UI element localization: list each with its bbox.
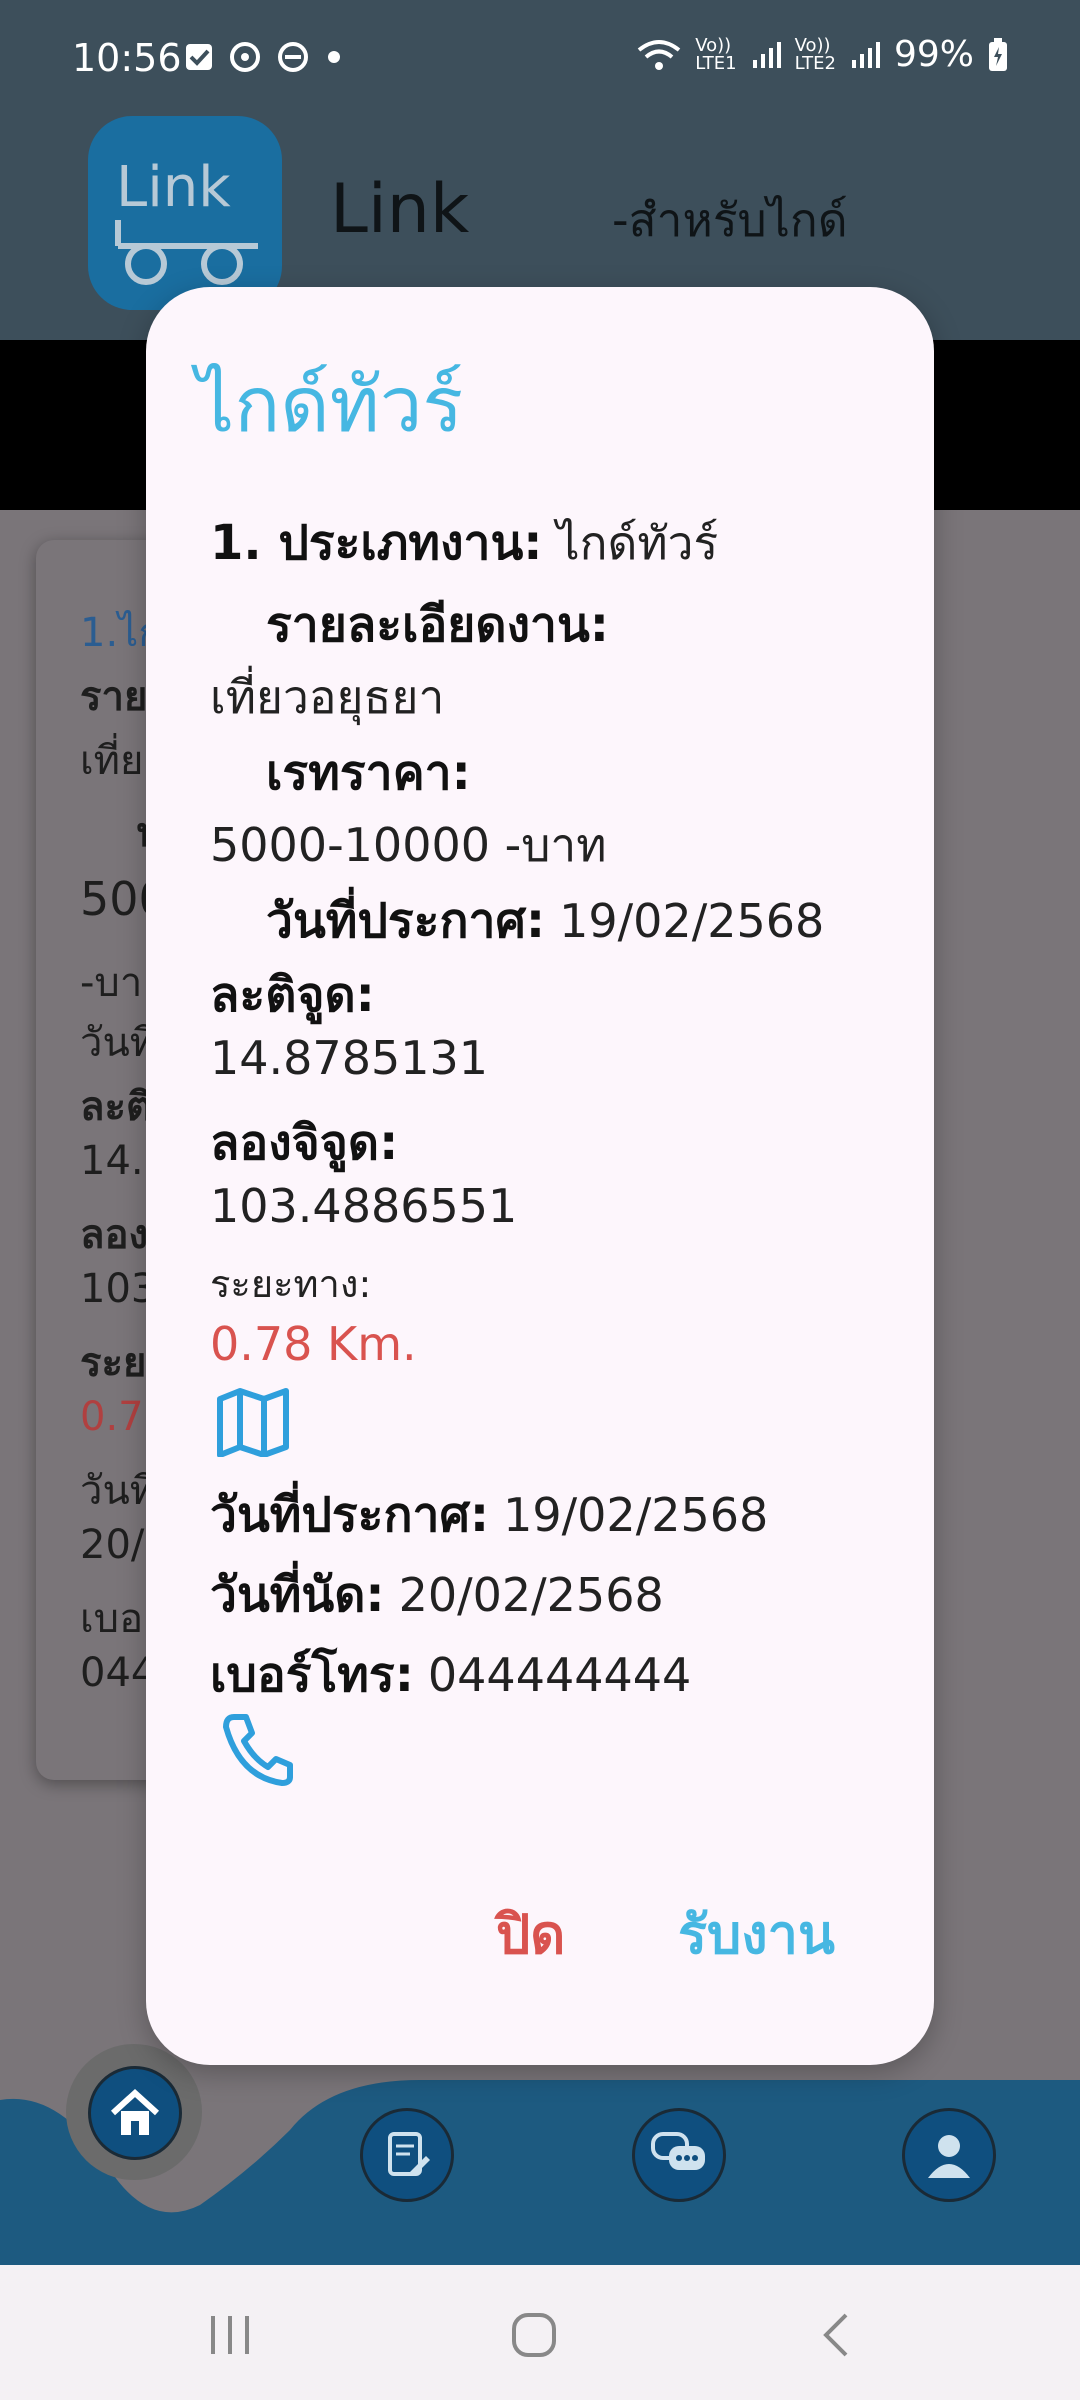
announce-date-row-1: วันที่ประกาศ: 19/02/2568 <box>266 883 824 959</box>
home-system-button[interactable] <box>494 2295 574 2375</box>
sim2-label: Vo)) LTE2 <box>794 34 836 74</box>
announce-date-value: 19/02/2568 <box>503 1488 769 1542</box>
signal2-icon <box>851 41 880 68</box>
job-detail-dialog: ไกด์ทัวร์ 1. ประเภทงาน: ไกด์ทัวร์ รายละเ… <box>146 287 934 2065</box>
accept-job-button[interactable]: รับงาน <box>678 1891 835 1977</box>
detail-value-row: เที่ยวอยุธยา <box>210 661 444 734</box>
job-card-line: -บา <box>80 960 143 1006</box>
latitude-label: ละติจูด: <box>210 967 375 1023</box>
status-time: 10:56 <box>72 36 182 80</box>
recents-button[interactable] <box>190 2295 270 2375</box>
announce-date-label: วันที่ประกาศ: <box>266 893 546 949</box>
appointment-label: วันที่นัด: <box>210 1567 385 1623</box>
job-card-line: วันที่ <box>80 1020 157 1066</box>
close-button[interactable]: ปิด <box>496 1891 565 1977</box>
distance-value-row: 0.78 Km. <box>210 1317 417 1371</box>
check-notification-icon <box>186 44 212 70</box>
detail-label-row: รายละเอียดงาน: <box>266 587 609 663</box>
lat-label-row: ละติจูด: <box>210 957 375 1033</box>
status-left-icons <box>184 40 344 74</box>
battery-icon <box>989 37 1007 71</box>
job-card-line: 20/ <box>80 1522 145 1568</box>
announce-date-label: วันที่ประกาศ: <box>210 1487 490 1543</box>
lat-value-row: 14.8785131 <box>210 1031 488 1085</box>
back-icon <box>823 2313 848 2357</box>
latitude-value: 14.8785131 <box>210 1031 489 1085</box>
home-circle-icon <box>512 2313 556 2357</box>
distance-label: ระยะทาง: <box>210 1262 372 1306</box>
job-type-row: 1. ประเภทงาน: ไกด์ทัวร์ <box>210 505 718 581</box>
status-right: Vo)) LTE1 Vo)) LTE2 99% <box>637 34 1008 75</box>
sim1-label: Vo)) LTE1 <box>695 34 737 74</box>
phone-value: 044444444 <box>427 1648 692 1702</box>
sync-notification-icon <box>230 42 260 72</box>
nav-home-button[interactable] <box>88 2066 182 2160</box>
battery-percent: 99% <box>893 34 974 75</box>
job-card-line: ราย <box>80 674 148 720</box>
wifi-icon <box>637 39 681 70</box>
distance-value: 0.78 Km. <box>210 1317 417 1371</box>
price-label: เรทราคา: <box>266 745 471 801</box>
home-icon <box>110 2088 160 2135</box>
call-button[interactable] <box>218 1711 294 1791</box>
dialog-title: ไกด์ทัวร์ <box>196 360 464 449</box>
back-button[interactable] <box>796 2295 876 2375</box>
app-logo: Link <box>88 116 282 310</box>
job-card-line: 103 <box>80 1266 157 1312</box>
phone-icon <box>223 1714 293 1786</box>
price-label-row: เรทราคา: <box>266 735 471 811</box>
detail-value: เที่ยวอยุธยา <box>210 670 445 724</box>
job-type-value: ไกด์ทัวร์ <box>556 516 719 570</box>
job-card-line: เบอ <box>80 1596 144 1642</box>
recents-icon <box>211 2316 249 2354</box>
phone-row: เบอร์โทร: 044444444 <box>210 1637 691 1713</box>
lng-label-row: ลองจิจูด: <box>210 1105 398 1181</box>
job-card-line: วันที่ <box>80 1468 157 1514</box>
price-value-row: 5000-10000 -บาท <box>210 809 607 882</box>
longitude-label: ลองจิจูด: <box>210 1115 399 1171</box>
detail-label: รายละเอียดงาน: <box>266 597 609 653</box>
logo-graphic: Link <box>115 155 258 285</box>
appointment-row: วันที่นัด: 20/02/2568 <box>210 1557 664 1633</box>
job-card-line: ระย <box>80 1340 147 1386</box>
svg-text:Link: Link <box>116 155 231 220</box>
edit-icon <box>388 2132 430 2176</box>
app-subtitle: -สำหรับไกด์ <box>612 193 848 247</box>
map-icon <box>217 1388 289 1458</box>
job-card-line: 044 <box>80 1650 157 1696</box>
distance-label-row: ระยะทาง: <box>210 1253 371 1314</box>
price-value: 5000-10000 -บาท <box>210 818 607 872</box>
map-button[interactable] <box>216 1387 290 1461</box>
appointment-value: 20/02/2568 <box>398 1568 664 1622</box>
nav-chat-button[interactable] <box>632 2108 726 2202</box>
nav-jobs-button[interactable] <box>360 2108 454 2202</box>
phone-label: เบอร์โทร: <box>210 1647 414 1703</box>
nav-profile-button[interactable] <box>902 2108 996 2202</box>
dot-icon <box>328 51 340 63</box>
longitude-value: 103.4886551 <box>210 1179 518 1233</box>
job-card-line: เที่ย <box>80 738 144 784</box>
signal1-icon <box>752 41 781 68</box>
dnd-icon <box>278 42 308 72</box>
lng-value-row: 103.4886551 <box>210 1179 517 1233</box>
job-card-line: ละติ <box>80 1084 152 1130</box>
chat-icon <box>651 2132 705 2170</box>
announce-date-row-2: วันที่ประกาศ: 19/02/2568 <box>210 1477 768 1553</box>
status-bar: 10:56 Vo)) LTE1 Vo)) LTE2 99% <box>0 0 1080 120</box>
profile-icon <box>928 2135 970 2178</box>
system-nav-bar <box>0 2265 1080 2400</box>
app-name: Link <box>330 170 470 249</box>
announce-date-value: 19/02/2568 <box>559 894 825 948</box>
job-type-label: 1. ประเภทงาน: <box>210 515 543 571</box>
job-card-line: ลอง <box>80 1212 149 1258</box>
